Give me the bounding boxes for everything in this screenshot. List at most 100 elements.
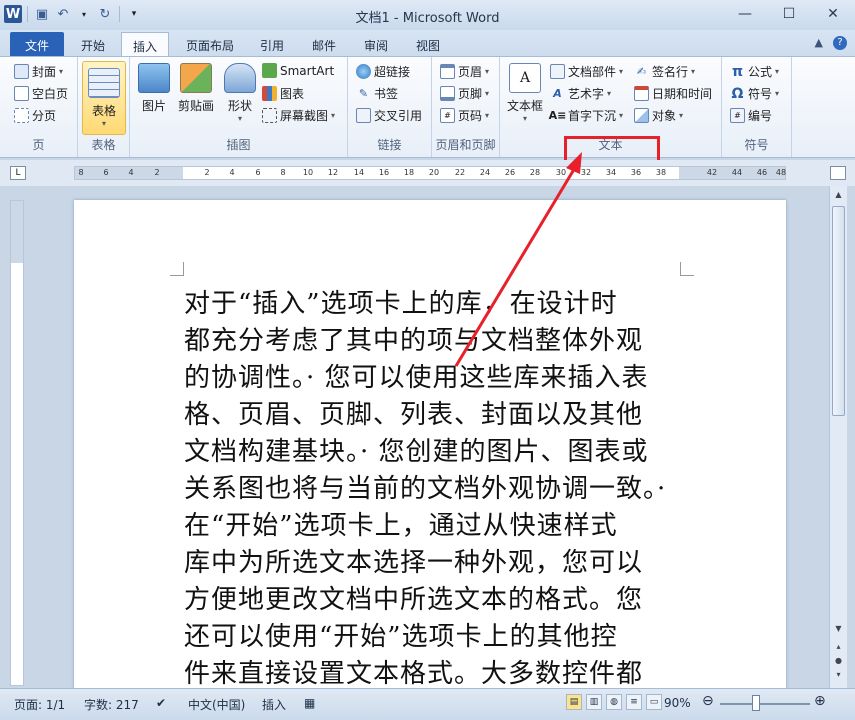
signature-line-button[interactable]: ✍ 签名行 ▾ bbox=[634, 63, 695, 80]
drop-cap-button[interactable]: A≡ 首字下沉 ▾ bbox=[548, 107, 623, 124]
cross-reference-button[interactable]: 交叉引用 bbox=[356, 107, 422, 124]
shapes-button[interactable]: 形状 ▾ bbox=[222, 63, 258, 123]
quick-parts-button[interactable]: 文档部件 ▾ bbox=[550, 63, 623, 80]
previous-page-icon[interactable]: ▴ bbox=[832, 642, 845, 651]
group-illustrations: 图片 剪贴画 形状 ▾ SmartArt 图表 屏幕截图 ▾ 插图 bbox=[130, 57, 348, 157]
cover-page-button[interactable]: 封面 ▾ bbox=[14, 63, 63, 80]
document-page[interactable]: 对于“插入”选项卡上的库，在设计时 都充分考虑了其中的项与文档整体外观 的协调性。·… bbox=[74, 200, 786, 688]
hyperlink-button[interactable]: 超链接 bbox=[356, 63, 410, 80]
draft-view-icon[interactable]: ▭ bbox=[646, 694, 662, 710]
status-word-count[interactable]: 字数: 217 bbox=[84, 696, 139, 713]
tab-file[interactable]: 文件 bbox=[10, 32, 64, 57]
minimize-ribbon-icon[interactable]: ▲ bbox=[815, 36, 823, 50]
blank-page-button[interactable]: 空白页 bbox=[14, 85, 68, 102]
vertical-ruler[interactable] bbox=[10, 200, 24, 686]
title-bar: W ▣ ↶ ▾ ↻ ▾ 文档1 - Microsoft Word — ☐ ✕ bbox=[0, 0, 855, 30]
ruler-tick-label: 22 bbox=[454, 168, 466, 177]
chevron-down-icon: ▾ bbox=[331, 111, 336, 120]
text-line[interactable]: 对于“插入”选项卡上的库，在设计时 bbox=[184, 286, 684, 323]
picture-button[interactable]: 图片 bbox=[136, 63, 172, 114]
equation-label: 公式 bbox=[748, 65, 773, 79]
clipart-button[interactable]: 剪贴画 bbox=[176, 63, 216, 114]
cover-page-label: 封面 bbox=[32, 65, 57, 79]
chevron-down-icon: ▾ bbox=[101, 119, 106, 128]
page-number-label: 页码 bbox=[458, 109, 483, 123]
text-line[interactable]: 格、页眉、页脚、列表、封面以及其他 bbox=[184, 397, 684, 434]
header-button[interactable]: 页眉 ▾ bbox=[440, 63, 489, 80]
bookmark-button[interactable]: ✎ 书签 bbox=[356, 85, 398, 102]
print-layout-view-icon[interactable]: ▤ bbox=[566, 694, 582, 710]
zoom-in-icon[interactable]: ⊕ bbox=[814, 693, 826, 709]
next-page-icon[interactable]: ▾ bbox=[832, 670, 845, 679]
symbol-button[interactable]: Ω 符号 ▾ bbox=[730, 85, 779, 102]
document-body-text[interactable]: 对于“插入”选项卡上的库，在设计时 都充分考虑了其中的项与文档整体外观 的协调性。·… bbox=[184, 286, 684, 688]
date-time-button[interactable]: 日期和时间 bbox=[634, 85, 712, 102]
tab-references[interactable]: 引用 bbox=[250, 32, 294, 57]
horizontal-ruler[interactable]: 8 6 4 2 2 4 6 8 10 12 14 16 18 20 22 24 26 28 30 32 34 36 38 42… bbox=[74, 166, 786, 180]
tab-review[interactable]: 审阅 bbox=[354, 32, 398, 57]
textbox-button[interactable]: A 文本框 ▾ bbox=[504, 63, 546, 123]
browse-object-icon[interactable]: ● bbox=[832, 656, 845, 665]
tab-selector-icon[interactable]: L bbox=[10, 166, 26, 180]
status-insert-mode[interactable]: 插入 bbox=[262, 696, 286, 713]
minimize-button[interactable]: — bbox=[723, 0, 767, 28]
close-button[interactable]: ✕ bbox=[811, 0, 855, 28]
zoom-slider-track[interactable] bbox=[720, 703, 810, 705]
ruler-tick-label: 42 bbox=[706, 168, 718, 177]
text-line[interactable]: 都充分考虑了其中的项与文档整体外观 bbox=[184, 323, 684, 360]
drop-cap-icon: A≡ bbox=[548, 109, 567, 122]
status-language[interactable]: 中文(中国) bbox=[188, 696, 245, 713]
screenshot-button[interactable]: 屏幕截图 ▾ bbox=[262, 107, 335, 124]
help-icon[interactable]: ? bbox=[833, 36, 847, 50]
equation-button[interactable]: π 公式 ▾ bbox=[730, 63, 779, 80]
chart-button[interactable]: 图表 bbox=[262, 85, 304, 102]
object-button[interactable]: 对象 ▾ bbox=[634, 107, 683, 124]
tab-page-layout[interactable]: 页面布局 bbox=[174, 32, 246, 57]
text-line[interactable]: 还可以使用“开始”选项卡上的其他控 bbox=[184, 619, 684, 656]
cross-reference-label: 交叉引用 bbox=[374, 109, 423, 123]
wordart-icon: A bbox=[553, 87, 562, 100]
ruler-tick-label: 2 bbox=[154, 168, 160, 177]
page-number-button[interactable]: # 页码 ▾ bbox=[440, 107, 489, 124]
text-line[interactable]: 的协调性。· 您可以使用这些库来插入表 bbox=[184, 360, 684, 397]
maximize-button[interactable]: ☐ bbox=[767, 0, 811, 28]
tab-home[interactable]: 开始 bbox=[68, 32, 118, 57]
text-line[interactable]: 方便地更改文档中所选文本的格式。您 bbox=[184, 582, 684, 619]
status-page[interactable]: 页面: 1/1 bbox=[14, 696, 65, 713]
ruler-tick-label: 28 bbox=[529, 168, 541, 177]
table-icon bbox=[88, 68, 120, 98]
ribbon-insert: 封面 ▾ 空白页 分页 页 表格 ▾ 表格 图片 剪贴画 形状 ▾ SmartA… bbox=[0, 56, 855, 158]
web-layout-icon[interactable]: ◍ bbox=[606, 694, 622, 710]
smartart-label: SmartArt bbox=[280, 63, 335, 78]
symbol-label: 符号 bbox=[748, 87, 773, 101]
tab-view[interactable]: 视图 bbox=[406, 32, 450, 57]
view-ruler-icon[interactable] bbox=[830, 166, 846, 180]
group-label-illustrations: 插图 bbox=[226, 138, 251, 152]
tab-mailings[interactable]: 邮件 bbox=[302, 32, 346, 57]
number-button[interactable]: # 编号 bbox=[730, 107, 772, 124]
ruler-row: L 8 6 4 2 2 4 6 8 10 12 14 16 18 20 22 24 26 28 30 32 34 36 38… bbox=[0, 160, 855, 186]
chevron-down-icon: ▾ bbox=[485, 89, 490, 98]
text-line[interactable]: 在“开始”选项卡上，通过从快速样式 bbox=[184, 508, 684, 545]
macro-record-icon[interactable]: ▦ bbox=[304, 696, 315, 710]
text-line[interactable]: 文档构建基块。· 您创建的图片、图表或 bbox=[184, 434, 684, 471]
scroll-down-icon[interactable]: ▼ bbox=[832, 624, 845, 633]
zoom-slider-thumb[interactable] bbox=[752, 695, 760, 711]
proofing-icon[interactable]: ✔ bbox=[156, 696, 166, 710]
outline-view-icon[interactable]: ≡ bbox=[626, 694, 642, 710]
text-line[interactable]: 关系图也将与当前的文档外观协调一致。· bbox=[184, 471, 684, 508]
footer-button[interactable]: 页脚 ▾ bbox=[440, 85, 489, 102]
zoom-level[interactable]: 90% bbox=[664, 696, 691, 710]
full-screen-reading-icon[interactable]: ▥ bbox=[586, 694, 602, 710]
smartart-button[interactable]: SmartArt bbox=[262, 63, 334, 78]
page-break-button[interactable]: 分页 bbox=[14, 107, 56, 124]
scrollbar-thumb[interactable] bbox=[832, 206, 845, 416]
scroll-up-icon[interactable]: ▲ bbox=[832, 190, 845, 199]
tab-insert[interactable]: 插入 bbox=[121, 32, 169, 57]
table-button[interactable]: 表格 ▾ bbox=[82, 61, 126, 135]
zoom-out-icon[interactable]: ⊖ bbox=[702, 693, 714, 709]
wordart-button[interactable]: A 艺术字 ▾ bbox=[550, 85, 611, 102]
text-line[interactable]: 件来直接设置文本格式。大多数控件都 bbox=[184, 656, 684, 688]
text-line[interactable]: 库中为所选文本选择一种外观，您可以 bbox=[184, 545, 684, 582]
vertical-scrollbar[interactable]: ▲ ▼ ▴ ● ▾ bbox=[829, 186, 847, 688]
